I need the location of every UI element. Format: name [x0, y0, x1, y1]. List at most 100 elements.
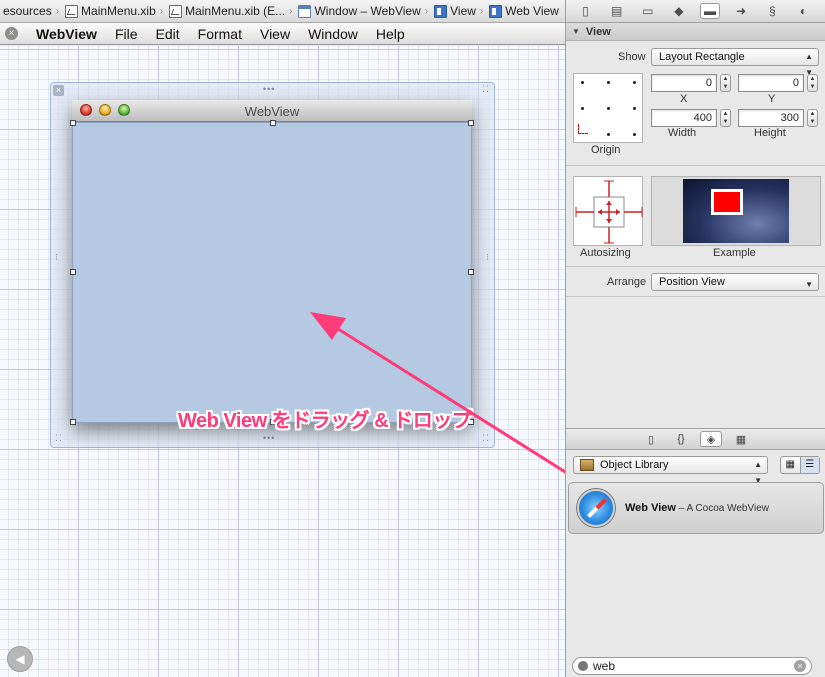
breadcrumb-item-mainmenu-xib-english[interactable]: MainMenu.xib (E... ›: [166, 0, 295, 22]
origin-point[interactable]: [581, 81, 584, 84]
origin-point[interactable]: [581, 107, 584, 110]
menu-item-app[interactable]: WebView: [24, 26, 106, 42]
library-search-field[interactable]: web ×: [572, 657, 812, 675]
resize-handle[interactable]: [70, 419, 76, 425]
design-canvas[interactable]: × ••• ⁚⁚ ⁝ ⁝ ⁚⁚ ••• ⁚⁚ WebView ◀: [0, 46, 565, 677]
list-view-icon[interactable]: ☰: [800, 457, 819, 473]
breadcrumb: esources › MainMenu.xib › MainMenu.xib (E.…: [0, 0, 565, 23]
arrange-value: Position View: [659, 276, 725, 288]
resize-grip-icon[interactable]: ⁚⁚: [55, 434, 63, 443]
section-header-view[interactable]: ▼ View: [566, 23, 825, 41]
width-stepper[interactable]: ▲ ▼: [720, 109, 731, 127]
autosizing-control[interactable]: [573, 176, 643, 246]
effects-inspector-icon[interactable]: ◐: [794, 3, 813, 19]
library-selector-value: Object Library: [600, 459, 669, 471]
close-icon[interactable]: ×: [53, 85, 64, 96]
height-field[interactable]: 300: [738, 109, 804, 127]
resize-handle[interactable]: [70, 269, 76, 275]
safari-compass-icon: [577, 489, 615, 527]
chevron-right-icon: ›: [424, 5, 429, 17]
origin-point[interactable]: [633, 81, 636, 84]
file-inspector-icon[interactable]: ▯: [576, 3, 595, 19]
library-box-icon: [580, 459, 594, 471]
breadcrumb-item-view[interactable]: View ›: [431, 0, 486, 22]
connections-inspector-icon[interactable]: ➜: [732, 3, 751, 19]
clear-search-icon[interactable]: ×: [794, 660, 806, 672]
library-item-name: Web View: [625, 502, 676, 514]
chevron-right-icon: ›: [289, 5, 293, 17]
origin-selected-icon[interactable]: [578, 124, 588, 134]
height-stepper[interactable]: ▲ ▼: [807, 109, 818, 127]
example-view-rect: [711, 189, 743, 215]
library-selector[interactable]: Object Library ▲ ▼: [573, 456, 768, 485]
divider: [566, 296, 825, 297]
menu-item-view[interactable]: View: [251, 26, 299, 42]
breadcrumb-label: Web View: [505, 4, 559, 18]
quick-help-icon[interactable]: ▤: [607, 3, 626, 19]
show-value: Layout Rectangle: [659, 51, 745, 63]
resize-handle[interactable]: [468, 120, 474, 126]
autosizing-springs-icon[interactable]: [574, 177, 644, 247]
y-field[interactable]: 0: [738, 74, 804, 92]
web-view[interactable]: [70, 120, 474, 425]
width-field[interactable]: 400: [651, 109, 717, 127]
y-stepper[interactable]: ▲ ▼: [807, 74, 818, 92]
media-library-icon[interactable]: ▦: [730, 431, 752, 447]
view-mode-toggle: ▦ ☰: [780, 456, 820, 474]
resize-grip-icon[interactable]: •••: [263, 434, 275, 443]
breadcrumb-item-web-view[interactable]: Web View: [486, 0, 561, 22]
resize-grip-icon[interactable]: ⁝: [486, 253, 490, 262]
resize-grip-icon[interactable]: ⁚⁚: [482, 434, 490, 443]
library-item-web-view[interactable]: Web View – A Cocoa WebView: [568, 482, 824, 534]
menu-item-help[interactable]: Help: [367, 26, 414, 42]
x-stepper[interactable]: ▲ ▼: [720, 74, 731, 92]
arrange-label: Arrange: [607, 276, 647, 288]
size-inspector-icon[interactable]: ▬: [700, 3, 720, 19]
menu-item-format[interactable]: Format: [189, 26, 251, 42]
icon-view-icon[interactable]: ▦: [781, 457, 801, 473]
resize-handle[interactable]: [70, 120, 76, 126]
code-snippet-icon[interactable]: {}: [670, 431, 692, 447]
divider: [566, 165, 825, 166]
window-titlebar[interactable]: WebView: [72, 100, 472, 122]
show-popup[interactable]: Layout Rectangle ▲ ▼: [651, 48, 819, 77]
breadcrumb-label: MainMenu.xib: [81, 4, 156, 18]
disclosure-triangle-icon[interactable]: ▼: [572, 27, 580, 36]
object-library-icon[interactable]: ◈: [700, 431, 722, 447]
origin-point[interactable]: [633, 133, 636, 136]
arrange-popup[interactable]: Position View ▼: [651, 273, 819, 291]
x-field[interactable]: 0: [651, 74, 717, 92]
identity-inspector-icon[interactable]: ▭: [638, 3, 657, 19]
back-button[interactable]: ◀: [7, 646, 33, 672]
origin-point[interactable]: [607, 81, 610, 84]
file-template-icon[interactable]: ▯: [640, 431, 662, 447]
breadcrumb-item-mainmenu-xib[interactable]: MainMenu.xib ›: [62, 0, 166, 22]
origin-point[interactable]: [607, 133, 610, 136]
xib-file-icon: [169, 4, 183, 18]
attributes-inspector-icon[interactable]: ◆: [669, 3, 688, 19]
breadcrumb-item-resources[interactable]: esources ›: [0, 0, 62, 22]
resize-grip-icon[interactable]: ⁚⁚: [482, 85, 490, 94]
resize-handle[interactable]: [468, 269, 474, 275]
section-title: View: [585, 25, 611, 38]
menu-item-window[interactable]: Window: [299, 26, 367, 42]
bindings-inspector-icon[interactable]: §: [763, 3, 782, 19]
view-icon: [489, 4, 503, 18]
origin-point[interactable]: [607, 107, 610, 110]
origin-point[interactable]: [633, 107, 636, 110]
close-icon[interactable]: ×: [5, 27, 18, 40]
breadcrumb-label: esources: [3, 4, 52, 18]
menu-item-edit[interactable]: Edit: [147, 26, 189, 42]
resize-grip-icon[interactable]: ⁝: [55, 253, 59, 262]
example-image: [683, 179, 789, 243]
breadcrumb-item-window[interactable]: Window – WebView ›: [295, 0, 431, 22]
width-label: Width: [668, 127, 697, 139]
resize-handle[interactable]: [270, 120, 276, 126]
menu-item-file[interactable]: File: [106, 26, 147, 42]
chevron-down-icon: ▼: [805, 280, 813, 289]
resize-grip-icon[interactable]: •••: [263, 85, 275, 94]
search-value: web: [593, 659, 616, 673]
inspector-panel: ▯ ▤ ▭ ◆ ▬ ➜ § ◐ ▼ View Show Layout Recta…: [565, 0, 825, 677]
origin-selector[interactable]: [573, 73, 643, 143]
webview-window[interactable]: WebView: [70, 100, 474, 425]
